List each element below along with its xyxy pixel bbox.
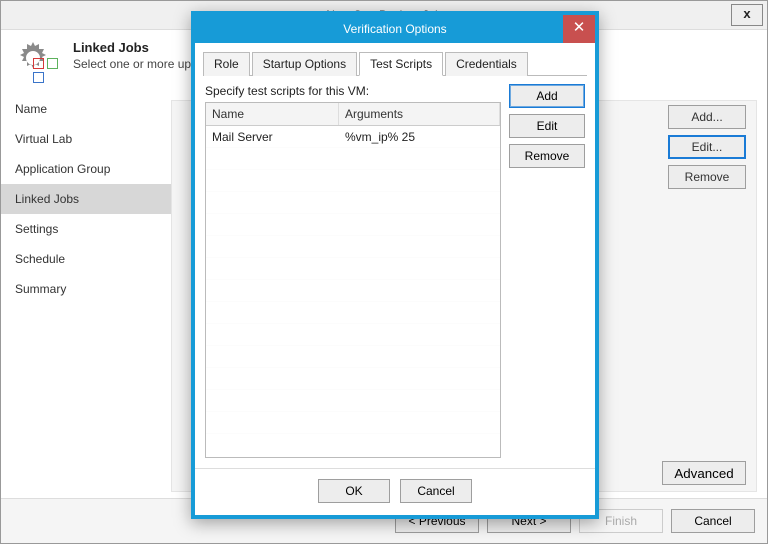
wizard-step-name[interactable]: Name bbox=[1, 94, 171, 124]
dialog-tabstrip: RoleStartup OptionsTest ScriptsCredentia… bbox=[203, 51, 587, 76]
wizard-step-settings[interactable]: Settings bbox=[1, 214, 171, 244]
dialog-title: Verification Options bbox=[343, 22, 446, 36]
cancel-button[interactable]: Cancel bbox=[671, 509, 755, 533]
wizard-step-list: NameVirtual LabApplication GroupLinked J… bbox=[1, 94, 171, 492]
table-row[interactable]: Mail Server%vm_ip% 25 bbox=[206, 126, 500, 148]
row-arguments: %vm_ip% 25 bbox=[339, 126, 500, 148]
wizard-icon bbox=[15, 40, 61, 86]
specify-scripts-label: Specify test scripts for this VM: bbox=[205, 84, 501, 98]
wizard-step-linked-jobs[interactable]: Linked Jobs bbox=[1, 184, 171, 214]
grid-header-arguments[interactable]: Arguments bbox=[339, 103, 500, 125]
verification-options-dialog: Verification Options ✕ RoleStartup Optio… bbox=[191, 11, 599, 519]
dialog-edit-button[interactable]: Edit bbox=[509, 114, 585, 138]
dialog-body: Specify test scripts for this VM: Name A… bbox=[195, 76, 595, 468]
wizard-step-schedule[interactable]: Schedule bbox=[1, 244, 171, 274]
edit-button[interactable]: Edit... bbox=[668, 135, 746, 159]
add-button[interactable]: Add... bbox=[668, 105, 746, 129]
parent-close-button[interactable]: x bbox=[731, 4, 763, 26]
dialog-cancel-button[interactable]: Cancel bbox=[400, 479, 472, 503]
dialog-close-button[interactable]: ✕ bbox=[563, 15, 595, 43]
dialog-footer: OK Cancel bbox=[195, 468, 595, 513]
tab-startup-options[interactable]: Startup Options bbox=[252, 52, 357, 76]
dialog-ok-button[interactable]: OK bbox=[318, 479, 390, 503]
row-name: Mail Server bbox=[206, 126, 339, 148]
advanced-button[interactable]: Advanced bbox=[662, 461, 746, 485]
wizard-step-application-group[interactable]: Application Group bbox=[1, 154, 171, 184]
dialog-remove-button[interactable]: Remove bbox=[509, 144, 585, 168]
wizard-step-virtual-lab[interactable]: Virtual Lab bbox=[1, 124, 171, 154]
grid-header-name[interactable]: Name bbox=[206, 103, 339, 125]
grid-header: Name Arguments bbox=[206, 103, 500, 126]
tab-credentials[interactable]: Credentials bbox=[445, 52, 528, 76]
new-surebackup-job-window: New SureBackup Job x Linked Jobs Select … bbox=[0, 0, 768, 544]
dialog-side-buttons: Add Edit Remove bbox=[509, 84, 585, 458]
linked-jobs-icon bbox=[33, 58, 59, 84]
dialog-add-button[interactable]: Add bbox=[509, 84, 585, 108]
scripts-grid[interactable]: Name Arguments Mail Server%vm_ip% 25 bbox=[205, 102, 501, 458]
dialog-titlebar: Verification Options ✕ bbox=[195, 15, 595, 43]
grid-rows: Mail Server%vm_ip% 25 bbox=[206, 126, 500, 454]
tab-test-scripts[interactable]: Test Scripts bbox=[359, 52, 443, 76]
remove-button[interactable]: Remove bbox=[668, 165, 746, 189]
linked-jobs-button-column: Add... Edit... Remove bbox=[668, 105, 746, 189]
wizard-step-summary[interactable]: Summary bbox=[1, 274, 171, 304]
tab-role[interactable]: Role bbox=[203, 52, 250, 76]
